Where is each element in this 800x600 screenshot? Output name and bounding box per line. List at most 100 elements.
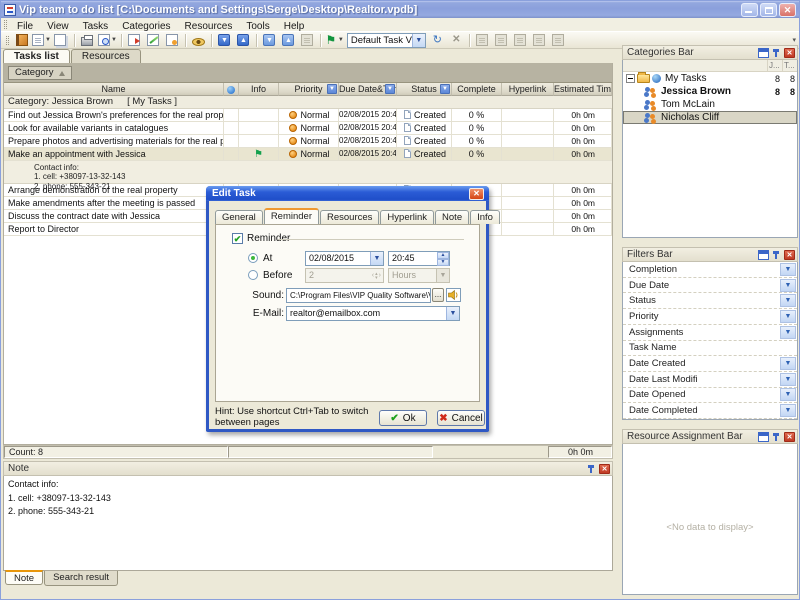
filter-dropdown-icon[interactable]: ▼: [780, 294, 796, 307]
maximize-panel-icon[interactable]: [758, 432, 769, 442]
menu-item-resources[interactable]: Resources: [178, 21, 240, 32]
filter-dropdown-icon[interactable]: ▼: [780, 404, 796, 417]
pin-icon[interactable]: [771, 432, 782, 442]
filter-row-task-name[interactable]: Task Name: [623, 341, 797, 357]
column-header-name[interactable]: Name: [4, 83, 224, 96]
delete-view-button[interactable]: ✕: [448, 33, 465, 48]
before-radio[interactable]: [248, 270, 258, 280]
task-row[interactable]: Make an appointment with Jessica⚑Normal0…: [4, 148, 612, 161]
send-button[interactable]: [299, 33, 316, 48]
dialog-tab-reminder[interactable]: Reminder: [264, 208, 319, 224]
filter-row-completion[interactable]: Completion▼: [623, 262, 797, 278]
columns-button[interactable]: [474, 33, 491, 48]
filter-dropdown-icon[interactable]: ▼: [780, 373, 796, 386]
new-list-button[interactable]: [13, 33, 30, 48]
column-header-due[interactable]: Due Date&Time▼: [339, 83, 397, 96]
play-sound-button[interactable]: [446, 288, 461, 302]
pin-icon[interactable]: [771, 250, 782, 260]
move-down-button[interactable]: ▼: [216, 33, 233, 48]
pin-icon[interactable]: [771, 48, 782, 58]
menu-item-help[interactable]: Help: [277, 21, 312, 32]
filter-dropdown-icon[interactable]: ▼: [780, 388, 796, 401]
filter-row-date-created[interactable]: Date Created▼: [623, 356, 797, 372]
sort-button[interactable]: [493, 33, 510, 48]
category-group-row[interactable]: Category: Jessica Brown[ My Tasks ]: [4, 96, 612, 109]
chevron-down-icon[interactable]: ▼: [412, 34, 425, 47]
duplicate-task-button[interactable]: [53, 33, 70, 48]
ok-button[interactable]: ✔Ok: [379, 410, 427, 426]
column-header-est[interactable]: Estimated Time: [554, 83, 612, 96]
maximize-panel-icon[interactable]: [758, 250, 769, 260]
chevron-down-icon[interactable]: ▼: [111, 37, 117, 43]
view-button[interactable]: [190, 33, 207, 48]
toolbar-grip[interactable]: [6, 36, 9, 45]
column-header-complete[interactable]: Complete: [452, 83, 502, 96]
shift-up-button[interactable]: ▲: [280, 33, 297, 48]
filter-row-status[interactable]: Status▼: [623, 293, 797, 309]
column-header-status[interactable]: Status▼: [397, 83, 452, 96]
pin-icon[interactable]: [586, 464, 597, 474]
tab-tasks-list[interactable]: Tasks list: [3, 49, 70, 63]
menu-item-file[interactable]: File: [10, 21, 40, 32]
print-button[interactable]: [79, 33, 96, 48]
email-combo[interactable]: realtor@emailbox.com ▼: [286, 306, 460, 321]
maximize-panel-icon[interactable]: [758, 48, 769, 58]
minimize-button[interactable]: [741, 3, 758, 17]
chevron-down-icon[interactable]: ▼: [370, 252, 383, 265]
tab-note[interactable]: Note: [5, 570, 43, 585]
task-view-combo[interactable]: Default Task V▼: [347, 33, 426, 48]
menu-grip[interactable]: [4, 20, 7, 29]
close-button[interactable]: ✕: [779, 3, 796, 17]
toolbar-overflow-chevron[interactable]: ▾: [792, 36, 796, 44]
tree-expander-icon[interactable]: [626, 74, 635, 83]
at-radio[interactable]: [248, 253, 258, 263]
close-icon[interactable]: ✕: [784, 48, 795, 58]
filter-row-assignments[interactable]: Assignments▼: [623, 325, 797, 341]
browse-button[interactable]: ...: [432, 288, 444, 302]
tab-search-result[interactable]: Search result: [44, 571, 118, 586]
dialog-tab-resources[interactable]: Resources: [320, 210, 379, 224]
close-icon[interactable]: ✕: [784, 250, 795, 260]
note-content[interactable]: Contact info: 1. cell: +38097-13-32-143 …: [3, 476, 613, 571]
filter-dropdown-icon[interactable]: ▼: [780, 357, 796, 370]
edit-task-button[interactable]: [145, 33, 162, 48]
chevron-down-icon[interactable]: ▼: [446, 307, 459, 320]
cancel-button[interactable]: ✖Cancel: [437, 410, 485, 426]
task-row[interactable]: Look for available variants in catalogue…: [4, 122, 612, 135]
tree-item-my-tasks[interactable]: My Tasks88: [623, 72, 797, 85]
print-preview-button[interactable]: ▼: [98, 33, 117, 48]
spin-buttons[interactable]: ▲▼: [437, 252, 449, 265]
dialog-tab-info[interactable]: Info: [470, 210, 500, 224]
close-icon[interactable]: ✕: [599, 464, 610, 474]
reminder-time-spinner[interactable]: 20:45 ▲▼: [388, 251, 450, 266]
column-header-info[interactable]: Info: [239, 83, 279, 96]
filter-dropdown-icon[interactable]: ▼: [780, 263, 796, 276]
filter-chevron-icon[interactable]: ▼: [385, 84, 395, 94]
shift-down-button[interactable]: ▼: [261, 33, 278, 48]
dialog-close-button[interactable]: ✕: [469, 188, 484, 200]
chevron-down-icon[interactable]: ▼: [338, 37, 344, 43]
tree-item-tom-mclain[interactable]: Tom McLain: [623, 98, 797, 111]
filter-chevron-icon[interactable]: ▼: [327, 84, 337, 94]
move-up-button[interactable]: ▲: [235, 33, 252, 48]
filter-chevron-icon[interactable]: ▼: [440, 84, 450, 94]
task-row[interactable]: Find out Jessica Brown's preferences for…: [4, 109, 612, 122]
filter-row-date-opened[interactable]: Date Opened▼: [623, 388, 797, 404]
restore-button[interactable]: [760, 3, 777, 17]
export-button[interactable]: [126, 33, 143, 48]
task-row[interactable]: Prepare photos and advertising materials…: [4, 135, 612, 148]
column-header-alert[interactable]: [224, 83, 239, 96]
flag-button[interactable]: ⚑▼: [325, 33, 344, 48]
dialog-tab-note[interactable]: Note: [435, 210, 469, 224]
close-icon[interactable]: ✕: [784, 432, 795, 442]
chevron-down-icon[interactable]: ▼: [45, 37, 51, 43]
column-header-priority[interactable]: Priority▼: [279, 83, 339, 96]
group-by-category-button[interactable]: Category: [8, 66, 72, 80]
filter-row-date-completed[interactable]: Date Completed▼: [623, 403, 797, 419]
tree-item-nicholas-cliff[interactable]: Nicholas Cliff: [623, 111, 797, 124]
tab-resources[interactable]: Resources: [71, 49, 141, 63]
task-note-row[interactable]: Contact info: 1. cell: +38097-13-32-143 …: [4, 161, 612, 184]
menu-item-categories[interactable]: Categories: [115, 21, 177, 32]
apply-view-button[interactable]: ↻: [429, 33, 446, 48]
dialog-tab-hyperlink[interactable]: Hyperlink: [380, 210, 434, 224]
